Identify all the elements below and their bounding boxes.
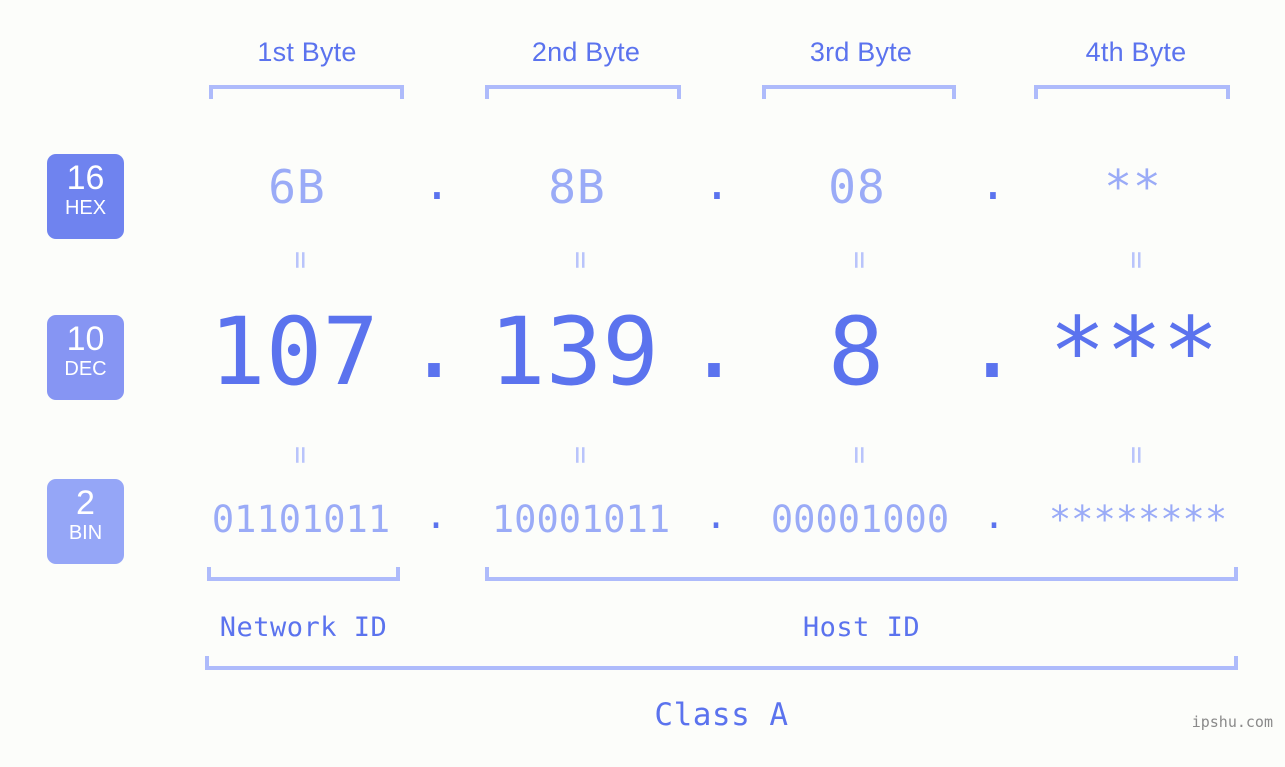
- dec-byte-2: 139: [489, 298, 659, 407]
- hex-byte-1: 6B: [268, 160, 326, 214]
- dec-byte-4: ***: [1049, 298, 1219, 407]
- equals-mark-2-2: =: [563, 445, 598, 465]
- byte-bracket-1: [209, 85, 404, 99]
- class-label: Class A: [654, 697, 789, 733]
- hex-separator-3: .: [979, 156, 1007, 210]
- host-id-label: Host ID: [802, 612, 921, 643]
- base-badge-dec-number: 10: [66, 320, 105, 358]
- ip-byte-breakdown-diagram: 1st Byte 2nd Byte 3rd Byte 4th Byte 16 H…: [0, 0, 1285, 767]
- bin-separator-1: .: [424, 494, 448, 537]
- byte-bracket-4: [1034, 85, 1230, 99]
- equals-mark-1-1: =: [283, 250, 318, 270]
- dec-separator-1: .: [405, 291, 463, 400]
- equals-mark-1-3: =: [842, 250, 877, 270]
- dec-separator-2: .: [685, 291, 743, 400]
- hex-byte-3: 08: [828, 160, 886, 214]
- bin-separator-2: .: [704, 494, 728, 537]
- bin-byte-4: ********: [1048, 498, 1228, 541]
- hex-byte-2: 8B: [548, 160, 606, 214]
- dec-byte-3: 8: [827, 298, 885, 407]
- byte-header-4: 4th Byte: [1085, 37, 1187, 67]
- network-id-label: Network ID: [219, 612, 388, 643]
- class-bracket: [205, 656, 1238, 670]
- hex-separator-2: .: [703, 156, 731, 210]
- byte-header-3: 3rd Byte: [809, 37, 913, 67]
- base-badge-hex: 16 HEX: [47, 154, 124, 239]
- byte-header-1: 1st Byte: [257, 37, 357, 67]
- bin-byte-2: 10001011: [491, 498, 671, 541]
- byte-bracket-3: [762, 85, 956, 99]
- base-badge-hex-number: 16: [66, 159, 105, 197]
- equals-mark-2-3: =: [842, 445, 877, 465]
- hex-separator-1: .: [423, 156, 451, 210]
- base-badge-dec: 10 DEC: [47, 315, 124, 400]
- bin-byte-3: 00001000: [770, 498, 950, 541]
- base-badge-bin-name: BIN: [68, 522, 103, 544]
- host-id-bracket: [485, 567, 1238, 581]
- equals-mark-1-2: =: [563, 250, 598, 270]
- equals-mark-2-1: =: [283, 445, 318, 465]
- bin-byte-1: 01101011: [211, 498, 391, 541]
- bin-separator-3: .: [982, 494, 1006, 537]
- dec-separator-3: .: [963, 291, 1021, 400]
- base-badge-bin-number: 2: [76, 484, 95, 522]
- base-badge-bin: 2 BIN: [47, 479, 124, 564]
- site-watermark: ipshu.com: [1191, 713, 1273, 731]
- byte-bracket-2: [485, 85, 681, 99]
- dec-byte-1: 107: [209, 298, 379, 407]
- equals-mark-1-4: =: [1119, 250, 1154, 270]
- byte-header-2: 2nd Byte: [531, 37, 641, 67]
- base-badge-dec-name: DEC: [64, 358, 107, 380]
- equals-mark-2-4: =: [1119, 445, 1154, 465]
- hex-byte-4: **: [1104, 160, 1162, 214]
- base-badge-hex-name: HEX: [64, 197, 107, 219]
- network-id-bracket: [207, 567, 400, 581]
